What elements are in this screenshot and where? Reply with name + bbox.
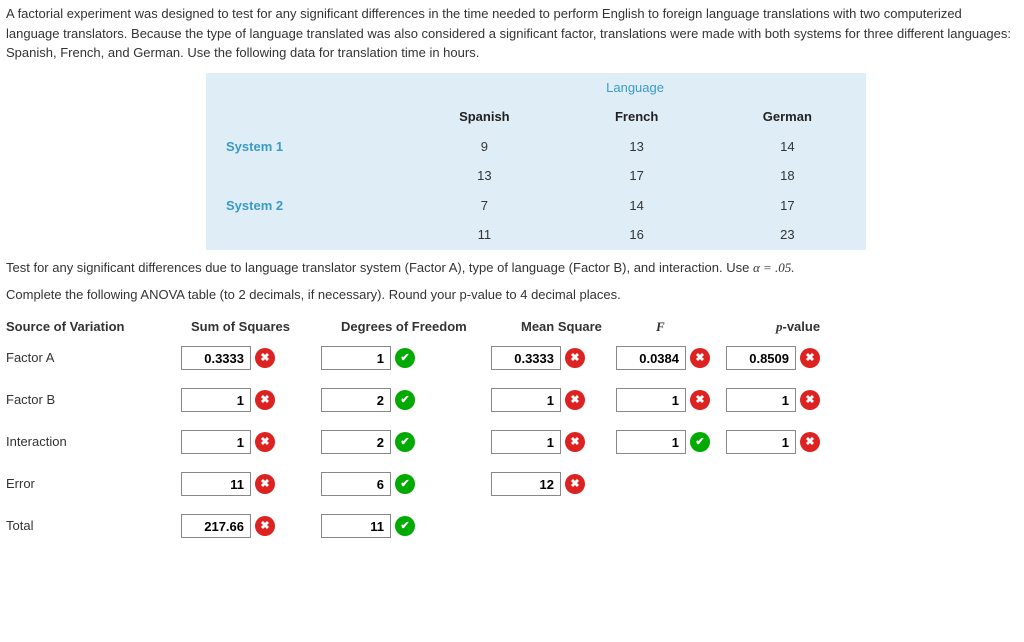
data-table: Language Spanish French German System 1 … <box>206 73 866 250</box>
col-spanish: Spanish <box>404 102 565 132</box>
input-ms[interactable] <box>491 346 561 370</box>
problem-intro: A factorial experiment was designed to t… <box>6 4 1018 63</box>
cell: 23 <box>709 220 866 250</box>
x-icon <box>255 390 275 410</box>
check-icon <box>395 390 415 410</box>
cell: 11 <box>404 220 565 250</box>
input-df[interactable] <box>321 430 391 454</box>
test-instruction: Test for any significant differences due… <box>6 258 1018 278</box>
row-blank <box>206 220 404 250</box>
cell: 17 <box>565 161 709 191</box>
row-label: Factor A <box>6 348 181 368</box>
x-icon <box>255 516 275 536</box>
x-icon <box>565 390 585 410</box>
row-system2: System 2 <box>206 191 404 221</box>
row-label: Interaction <box>6 432 181 452</box>
input-f[interactable] <box>616 388 686 412</box>
x-icon <box>800 432 820 452</box>
cell: 14 <box>565 191 709 221</box>
anova-row: Factor B <box>6 388 1018 412</box>
input-ms[interactable] <box>491 388 561 412</box>
anova-header-row: Source of Variation Sum of Squares Degre… <box>6 317 1018 337</box>
data-table-wrap: Language Spanish French German System 1 … <box>206 73 1018 250</box>
hdr-f: F <box>656 317 776 337</box>
anova-row: Error <box>6 472 1018 496</box>
input-f[interactable] <box>616 430 686 454</box>
anova-row: Factor A <box>6 346 1018 370</box>
x-icon <box>690 390 710 410</box>
check-icon <box>690 432 710 452</box>
x-icon <box>565 474 585 494</box>
cell: 18 <box>709 161 866 191</box>
input-ms[interactable] <box>491 472 561 496</box>
complete-instruction: Complete the following ANOVA table (to 2… <box>6 285 1018 305</box>
input-f[interactable] <box>616 346 686 370</box>
hdr-source: Source of Variation <box>6 317 191 337</box>
x-icon <box>255 348 275 368</box>
check-icon <box>395 516 415 536</box>
cell: 17 <box>709 191 866 221</box>
input-p[interactable] <box>726 346 796 370</box>
input-ss[interactable] <box>181 388 251 412</box>
input-df[interactable] <box>321 346 391 370</box>
input-ss[interactable] <box>181 472 251 496</box>
input-ss[interactable] <box>181 346 251 370</box>
hdr-p: p-value <box>776 317 896 337</box>
input-df[interactable] <box>321 514 391 538</box>
x-icon <box>800 348 820 368</box>
row-label: Factor B <box>6 390 181 410</box>
cell: 9 <box>404 132 565 162</box>
input-df[interactable] <box>321 472 391 496</box>
hdr-df: Degrees of Freedom <box>341 317 521 337</box>
hdr-ss: Sum of Squares <box>191 317 341 337</box>
row-label: Error <box>6 474 181 494</box>
row-system1: System 1 <box>206 132 404 162</box>
row-label: Total <box>6 516 181 536</box>
language-header: Language <box>404 73 866 103</box>
check-icon <box>395 348 415 368</box>
x-icon <box>255 474 275 494</box>
input-p[interactable] <box>726 430 796 454</box>
x-icon <box>690 348 710 368</box>
anova-row: Interaction <box>6 430 1018 454</box>
cell: 7 <box>404 191 565 221</box>
alpha-expr: α = .05. <box>753 260 795 275</box>
input-p[interactable] <box>726 388 796 412</box>
cell: 14 <box>709 132 866 162</box>
input-ss[interactable] <box>181 430 251 454</box>
check-icon <box>395 432 415 452</box>
check-icon <box>395 474 415 494</box>
hdr-ms: Mean Square <box>521 317 656 337</box>
col-german: German <box>709 102 866 132</box>
input-ss[interactable] <box>181 514 251 538</box>
x-icon <box>565 348 585 368</box>
x-icon <box>255 432 275 452</box>
cell: 16 <box>565 220 709 250</box>
x-icon <box>565 432 585 452</box>
cell: 13 <box>565 132 709 162</box>
anova-row: Total <box>6 514 1018 538</box>
row-blank <box>206 161 404 191</box>
col-french: French <box>565 102 709 132</box>
x-icon <box>800 390 820 410</box>
input-df[interactable] <box>321 388 391 412</box>
input-ms[interactable] <box>491 430 561 454</box>
cell: 13 <box>404 161 565 191</box>
